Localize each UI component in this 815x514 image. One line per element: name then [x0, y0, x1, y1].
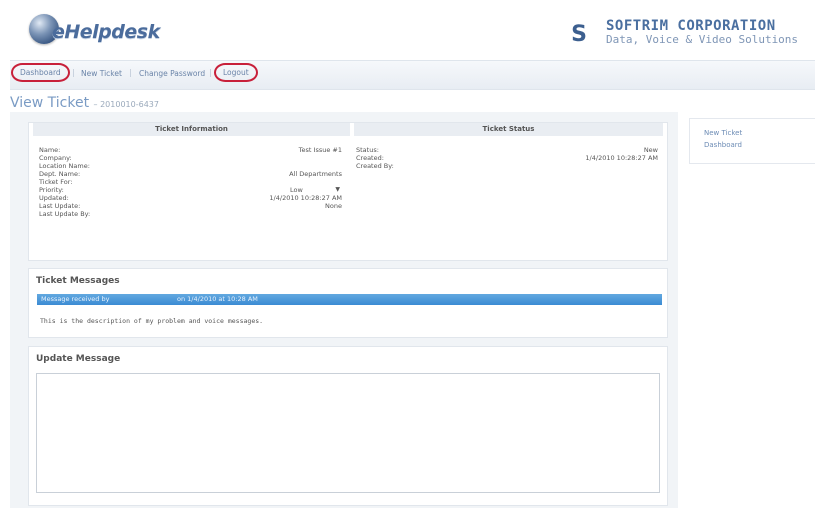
field-label: Last Update: [39, 202, 81, 210]
created-value: 1/4/2010 10:28:27 AM [585, 154, 658, 162]
chevron-down-icon: ▼ [335, 186, 340, 193]
field-label: Ticket For: [39, 178, 73, 186]
ticket-number: – 2010010-6437 [93, 100, 159, 109]
sidebar-new-ticket[interactable]: New Ticket [704, 129, 742, 137]
softrim-logo-icon: S [571, 22, 587, 47]
message-date: on 1/4/2010 at 10:28 AM [177, 295, 258, 303]
sidebar: New Ticket Dashboard [689, 118, 815, 164]
nav-separator: | [209, 68, 212, 77]
field-label: Name: [39, 146, 61, 154]
nav-separator: | [129, 68, 132, 77]
nav-separator: | [72, 68, 75, 77]
sidebar-dashboard[interactable]: Dashboard [704, 141, 742, 149]
ticket-details-panel: Ticket Information Ticket Status [28, 122, 668, 261]
nav-logout[interactable]: Logout [214, 63, 258, 82]
message-body: This is the description of my problem an… [40, 317, 264, 325]
update-message-title: Update Message [36, 354, 121, 364]
field-label: Location Name: [39, 162, 90, 170]
last-update-value: None [325, 202, 342, 210]
priority-select[interactable]: Low ▼ [282, 186, 342, 194]
nav-new-ticket[interactable]: New Ticket [77, 67, 126, 80]
field-label: Company: [39, 154, 72, 162]
field-label: Updated: [39, 194, 69, 202]
field-label: Created By: [356, 162, 394, 170]
dept-name-value: All Departments [289, 170, 342, 178]
page-title: View Ticket – 2010010-6437 [10, 95, 159, 111]
app-logo[interactable]: eHelpdesk [52, 21, 160, 43]
page-title-text: View Ticket [10, 95, 90, 111]
updated-value: 1/4/2010 10:28:27 AM [269, 194, 342, 202]
field-label: Dept. Name: [39, 170, 81, 178]
nav-dashboard[interactable]: Dashboard [11, 63, 70, 82]
app-header: eHelpdesk S SOFTRIM CORPORATION Data, Vo… [0, 0, 815, 58]
field-label: Last Update By: [39, 210, 91, 218]
nav-change-password[interactable]: Change Password [135, 67, 209, 80]
company-name: SOFTRIM CORPORATION [606, 18, 776, 34]
field-label: Created: [356, 154, 384, 162]
ticket-status-header: Ticket Status [354, 123, 663, 136]
field-label: Priority: [39, 186, 64, 194]
field-label: Status: [356, 146, 379, 154]
message-from: Message received by [41, 295, 110, 303]
ticket-information-header: Ticket Information [33, 123, 350, 136]
priority-selected: Low [290, 186, 303, 194]
ticket-name-value: Test Issue #1 [298, 146, 342, 154]
ticket-messages-title: Ticket Messages [36, 276, 120, 286]
message-header: Message received by on 1/4/2010 at 10:28… [37, 294, 662, 305]
main-nav: Dashboard | New Ticket | Change Password… [10, 60, 815, 90]
company-tagline: Data, Voice & Video Solutions [606, 33, 799, 46]
status-value: New [643, 146, 658, 154]
update-message-input[interactable] [36, 373, 660, 493]
